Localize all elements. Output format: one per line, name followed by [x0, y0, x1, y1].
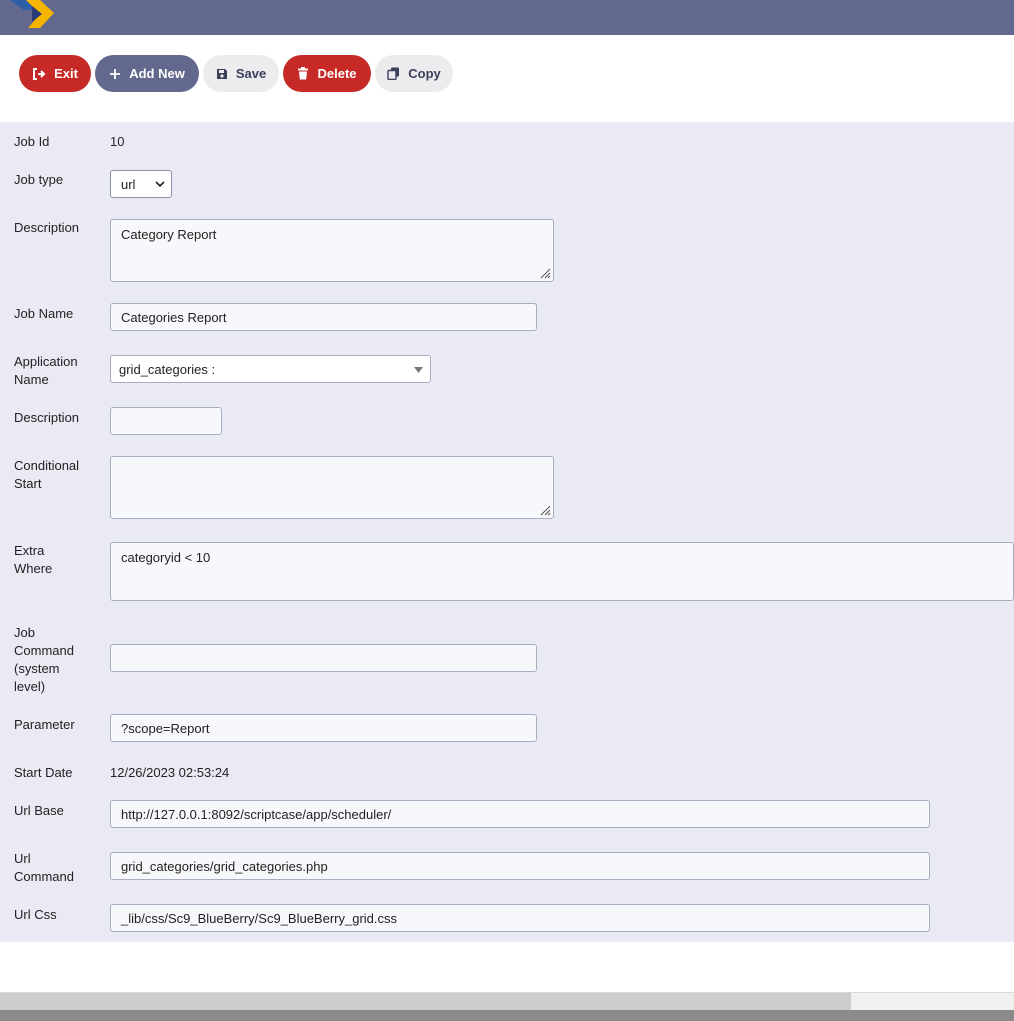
trash-icon [298, 67, 309, 80]
application-name-label: Application Name [14, 353, 104, 389]
url-command-label: Url Command [14, 850, 104, 886]
job-name-value: Categories Report [121, 309, 227, 325]
horizontal-scrollbar[interactable] [0, 992, 1014, 1011]
copy-label: Copy [408, 66, 441, 81]
exit-button[interactable]: Exit [19, 55, 91, 92]
parameter-label: Parameter [14, 717, 75, 732]
url-css-label: Url Css [14, 907, 57, 922]
url-css-value: _lib/css/Sc9_BlueBerry/Sc9_BlueBerry_gri… [121, 910, 398, 926]
job-command-input[interactable] [110, 644, 537, 672]
url-base-value: http://127.0.0.1:8092/scriptcase/app/sch… [121, 806, 392, 822]
application-name-label-line2: Name [14, 372, 49, 387]
extra-where-textarea[interactable]: categoryid < 10 [110, 542, 1014, 601]
parameter-value: ?scope=Report [121, 720, 210, 736]
description-textarea[interactable]: Category Report [110, 219, 554, 282]
job-command-label: Job Command (system level) [14, 624, 104, 696]
url-command-label-line2: Command [14, 869, 74, 884]
url-base-label: Url Base [14, 803, 64, 818]
save-label: Save [235, 66, 267, 81]
application-name-select[interactable]: grid_categories : [110, 355, 431, 383]
extra-where-label-line2: Where [14, 561, 53, 576]
url-command-label-line1: Url [14, 851, 31, 866]
job-type-label: Job type [14, 172, 64, 187]
conditional-start-label-line2: Start [14, 476, 42, 491]
app-header [0, 0, 1014, 35]
chevron-down-icon [155, 181, 165, 188]
save-button[interactable]: Save [203, 55, 279, 92]
conditional-start-label-line1: Conditional [14, 458, 80, 473]
copy-icon [387, 67, 400, 80]
application-name-label-line1: Application [14, 354, 78, 369]
plus-icon [110, 68, 121, 79]
job-command-label-line4: level) [14, 679, 46, 694]
start-date-label: Start Date [14, 765, 73, 780]
description-label: Description [14, 220, 80, 235]
toolbar: Exit Add New Save Delete Copy [0, 35, 1014, 122]
extra-where-label-line1: Extra [14, 543, 45, 558]
floppy-disk-icon [216, 68, 227, 79]
delete-label: Delete [317, 66, 357, 81]
add-new-button[interactable]: Add New [95, 55, 199, 92]
job-form: Job Id 10 Job type url Description Categ… [0, 122, 1014, 942]
url-css-input[interactable]: _lib/css/Sc9_BlueBerry/Sc9_BlueBerry_gri… [110, 904, 930, 932]
delete-button[interactable]: Delete [283, 55, 371, 92]
description2-input[interactable] [110, 407, 222, 435]
app-logo-icon [10, 0, 54, 28]
conditional-start-textarea[interactable] [110, 456, 554, 519]
exit-label: Exit [54, 66, 78, 81]
description-value: Category Report [121, 227, 217, 242]
resize-grip-icon [540, 268, 551, 279]
scrollbar-thumb[interactable] [0, 993, 851, 1011]
job-type-select[interactable]: url [110, 170, 172, 198]
job-command-label-line1: Job [14, 625, 35, 640]
application-name-value: grid_categories : [119, 361, 216, 377]
conditional-start-label: Conditional Start [14, 457, 104, 493]
resize-grip-icon [540, 505, 551, 516]
add-new-label: Add New [129, 66, 185, 81]
job-id-value: 10 [110, 134, 125, 149]
job-command-label-line2: Command [14, 643, 74, 658]
copy-button[interactable]: Copy [375, 55, 453, 92]
bottom-frame [0, 1010, 1014, 1021]
parameter-input[interactable]: ?scope=Report [110, 714, 537, 742]
caret-down-icon [414, 367, 423, 373]
job-id-label: Job Id [14, 134, 50, 149]
url-base-input[interactable]: http://127.0.0.1:8092/scriptcase/app/sch… [110, 800, 930, 828]
job-name-input[interactable]: Categories Report [110, 303, 537, 331]
job-type-value: url [121, 176, 136, 192]
description2-label: Description [14, 410, 80, 425]
url-command-value: grid_categories/grid_categories.php [121, 858, 328, 874]
extra-where-label: Extra Where [14, 542, 104, 578]
job-command-label-line3: (system [14, 661, 60, 676]
start-date-value: 12/26/2023 02:53:24 [110, 765, 230, 780]
extra-where-value: categoryid < 10 [121, 550, 211, 565]
url-command-input[interactable]: grid_categories/grid_categories.php [110, 852, 930, 880]
exit-icon [33, 67, 46, 80]
job-name-label: Job Name [14, 306, 74, 321]
